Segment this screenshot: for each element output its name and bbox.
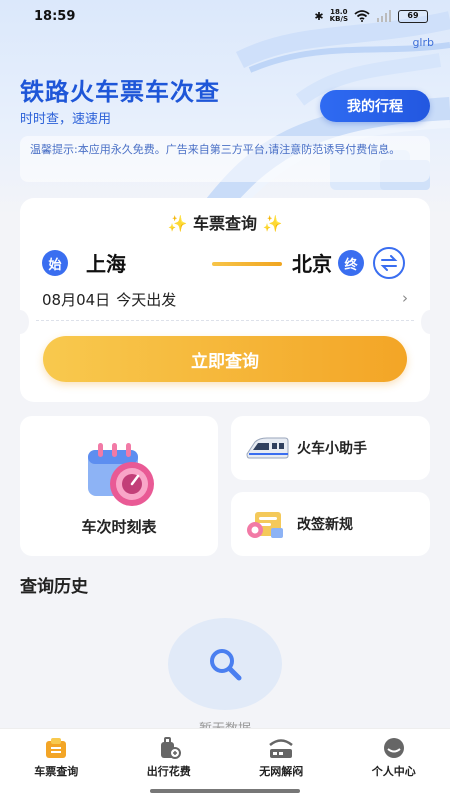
network-speed: 18.0 KB/S bbox=[330, 9, 348, 23]
signal-icon bbox=[377, 10, 391, 22]
battery-indicator: 69 bbox=[398, 9, 428, 23]
tab-travel-expenses[interactable]: 出行花费 bbox=[113, 729, 226, 784]
status-bar: 18:59 ✱ 18.0 KB/S 69 bbox=[0, 0, 450, 32]
swap-stations-button[interactable] bbox=[373, 247, 405, 279]
network-speed-unit: KB/S bbox=[329, 15, 348, 23]
no-network-icon bbox=[269, 739, 294, 758]
route-arrow-icon bbox=[212, 262, 282, 266]
status-icons: ✱ 18.0 KB/S 69 bbox=[314, 9, 428, 23]
bottom-tab-bar: 车票查询 出行花费 无网解闷 个人中心 bbox=[0, 728, 450, 784]
timetable-tile[interactable]: 车次时刻表 bbox=[20, 416, 218, 556]
home-indicator[interactable] bbox=[150, 789, 300, 793]
bluetooth-icon: ✱ bbox=[314, 9, 324, 23]
notice-banner: 温馨提示:本应用永久免费。广告来自第三方平台,请注意防范诱导付费信息。 bbox=[20, 136, 430, 182]
tab-profile[interactable]: 个人中心 bbox=[338, 729, 450, 784]
departure-date-picker[interactable]: 08月04日 今天出发 › bbox=[42, 288, 410, 310]
corner-tag: glrb bbox=[412, 36, 434, 49]
system-navigation-bar bbox=[0, 784, 450, 800]
divider bbox=[36, 320, 414, 321]
train-assistant-label: 火车小助手 bbox=[297, 441, 367, 457]
tab-label: 个人中心 bbox=[371, 765, 416, 778]
search-icon bbox=[210, 649, 242, 681]
calendar-clock-icon bbox=[88, 443, 154, 506]
card-notch-right bbox=[421, 310, 439, 334]
status-time: 18:59 bbox=[34, 8, 76, 24]
rebooking-icon bbox=[247, 512, 283, 538]
search-tickets-button[interactable]: 立即查询 bbox=[43, 336, 407, 382]
wifi-icon bbox=[354, 10, 370, 22]
to-station[interactable]: 北京 bbox=[292, 248, 332, 277]
ticket-search-card: ✨ 车票查询 ✨ 始 上海 北京 终 08月04日 今天出发 › 立即查询 bbox=[11, 198, 439, 402]
from-badge: 始 bbox=[42, 250, 68, 276]
departure-date: 08月04日 bbox=[42, 290, 111, 309]
card-notch-left bbox=[11, 310, 29, 334]
station-row: 始 上海 北京 终 bbox=[42, 247, 410, 279]
tab-label: 出行花费 bbox=[146, 765, 191, 778]
history-title: 查询历史 bbox=[20, 577, 88, 597]
profile-icon bbox=[383, 738, 404, 758]
tab-label: 车票查询 bbox=[34, 765, 79, 778]
rebooking-rules-label: 改签新规 bbox=[297, 517, 353, 533]
ticket-icon bbox=[46, 738, 67, 758]
my-trips-button[interactable]: 我的行程 bbox=[320, 90, 430, 122]
train-icon bbox=[246, 437, 289, 459]
from-station[interactable]: 上海 bbox=[86, 248, 126, 277]
rebooking-rules-tile[interactable]: 改签新规 bbox=[231, 492, 430, 556]
departure-date-note: 今天出发 bbox=[116, 290, 177, 309]
sparkle-icon: ✨ bbox=[262, 214, 283, 233]
tab-ticket-search[interactable]: 车票查询 bbox=[0, 729, 113, 784]
sparkle-icon: ✨ bbox=[167, 214, 188, 233]
swap-icon bbox=[380, 255, 398, 271]
tab-offline-fun[interactable]: 无网解闷 bbox=[225, 729, 338, 784]
timetable-label: 车次时刻表 bbox=[81, 518, 157, 536]
ticket-search-title: ✨ 车票查询 ✨ bbox=[20, 210, 430, 234]
luggage-icon bbox=[160, 737, 181, 759]
train-assistant-tile[interactable]: 火车小助手 bbox=[231, 416, 430, 480]
chevron-right-icon: › bbox=[402, 289, 408, 307]
app-subtitle: 时时查，速速用 bbox=[20, 112, 112, 127]
app-title: 铁路火车票车次查 bbox=[20, 78, 220, 106]
to-badge: 终 bbox=[338, 250, 364, 276]
header-banner: 18:59 ✱ 18.0 KB/S 69 glrb 铁路火车票车次查 时时查，速… bbox=[0, 0, 450, 215]
tab-label: 无网解闷 bbox=[259, 765, 304, 778]
empty-history-illustration bbox=[168, 618, 282, 710]
ticket-search-title-text: 车票查询 bbox=[192, 214, 257, 233]
